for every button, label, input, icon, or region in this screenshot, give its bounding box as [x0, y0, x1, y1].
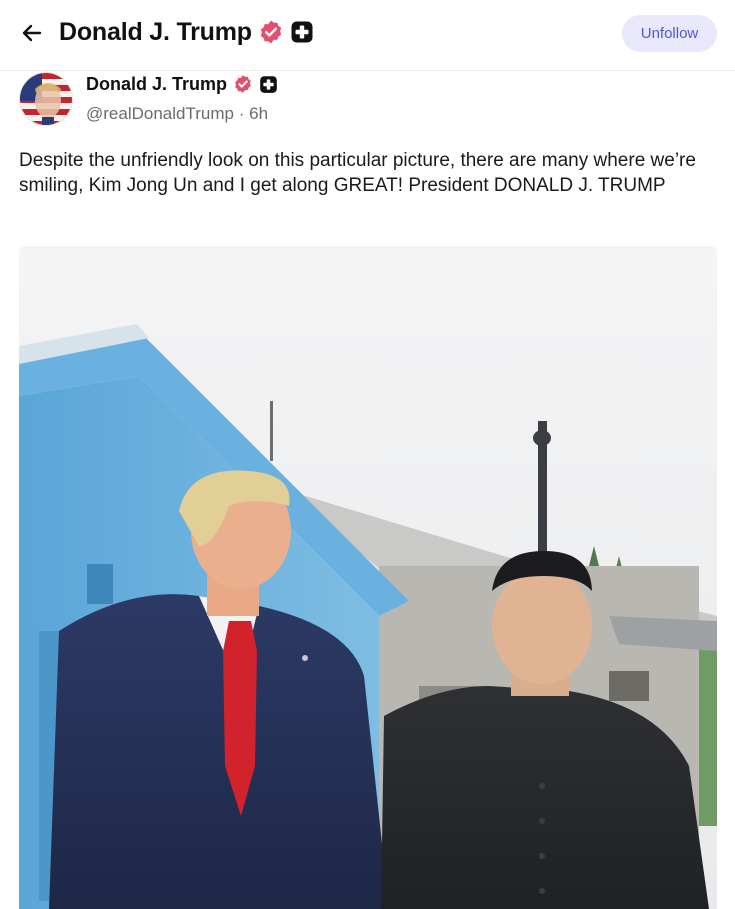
page-title: Donald J. Trump [59, 14, 314, 50]
post-author[interactable]: Donald J. Trump [86, 72, 278, 96]
author-handle[interactable]: @realDonaldTrump [86, 104, 234, 123]
meta-separator: · [238, 104, 245, 123]
plus-badge-icon [259, 75, 278, 94]
post-time[interactable]: 6h [249, 104, 268, 123]
post-image[interactable] [19, 246, 717, 909]
avatar[interactable] [19, 72, 73, 126]
arrow-left-icon [22, 24, 42, 42]
post-body: Despite the unfriendly look on this part… [19, 150, 696, 196]
back-button[interactable] [18, 19, 46, 47]
verified-badge-icon [258, 19, 284, 45]
unfollow-button[interactable]: Unfollow [622, 15, 717, 52]
page-title-text: Donald J. Trump [59, 18, 252, 46]
post-meta: @realDonaldTrump · 6h [86, 103, 268, 125]
verified-badge-icon [233, 74, 253, 94]
top-bar: Donald J. Trump Unfollow [0, 0, 735, 71]
plus-badge-icon [290, 20, 314, 44]
author-name[interactable]: Donald J. Trump [86, 72, 227, 96]
